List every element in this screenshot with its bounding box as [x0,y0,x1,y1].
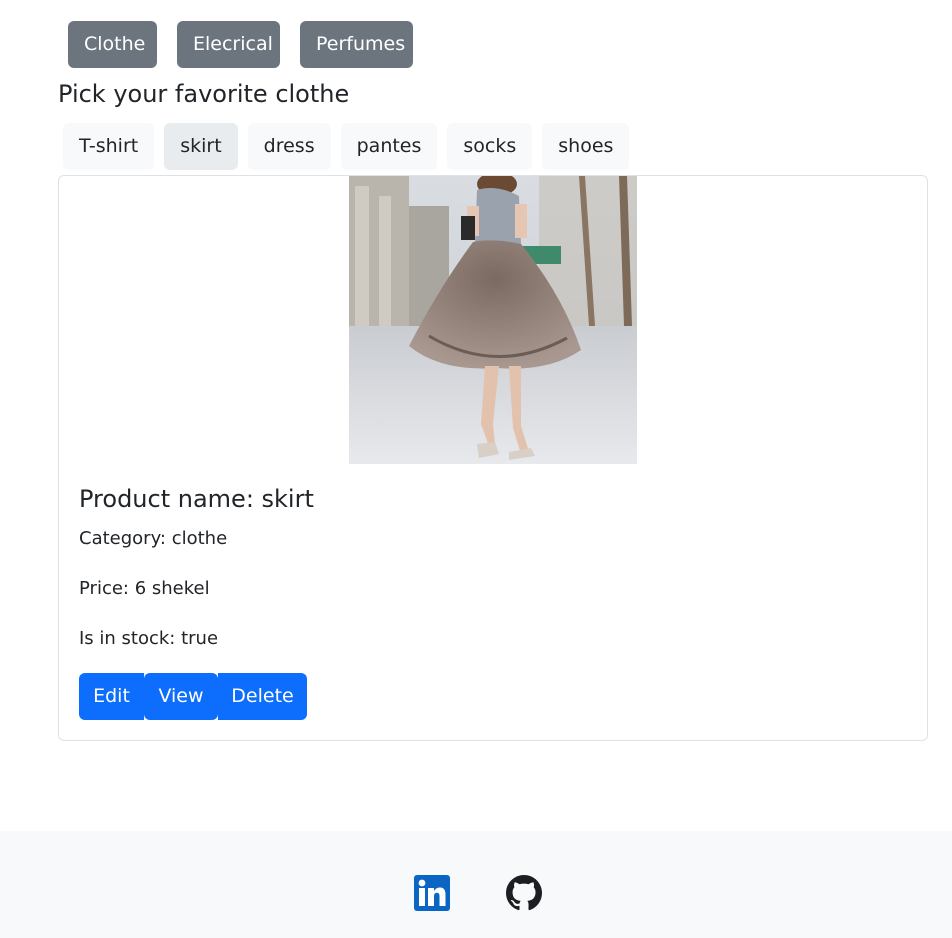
page: Clothe Elecrical Perfumes Pick your favo… [0,0,952,938]
footer [0,831,952,938]
view-button[interactable]: View [144,673,218,720]
github-icon[interactable] [506,875,542,911]
tab-tshirt[interactable]: T-shirt [63,123,155,170]
tab-socks[interactable]: socks [447,123,533,170]
page-heading: Pick your favorite clothe [58,80,350,108]
edit-button[interactable]: Edit [79,673,144,720]
tab-skirt[interactable]: skirt [164,123,238,170]
product-price: Price: 6 shekel [79,578,210,599]
category-bar: Clothe Elecrical Perfumes [68,21,433,68]
product-details: Product name: skirt Category: clothe Pri… [79,482,907,720]
tab-shoes[interactable]: shoes [542,123,630,170]
product-actions: Edit View Delete [79,673,307,720]
product-name: Product name: skirt [79,485,314,513]
subcategory-tabs: T-shirt skirt dress pantes socks shoes [63,123,639,170]
category-button-perfumes[interactable]: Perfumes [300,21,413,68]
category-button-clothe[interactable]: Clothe [68,21,157,68]
category-button-electrical[interactable]: Elecrical [177,21,280,68]
tab-pantes[interactable]: pantes [340,123,438,170]
skirt-photo [349,176,637,464]
product-category: Category: clothe [79,528,228,549]
product-image [349,176,637,464]
tab-dress[interactable]: dress [247,123,331,170]
linkedin-icon[interactable] [414,875,450,911]
product-card: Product name: skirt Category: clothe Pri… [58,175,928,741]
product-stock: Is in stock: true [79,628,219,649]
delete-button[interactable]: Delete [218,673,307,720]
